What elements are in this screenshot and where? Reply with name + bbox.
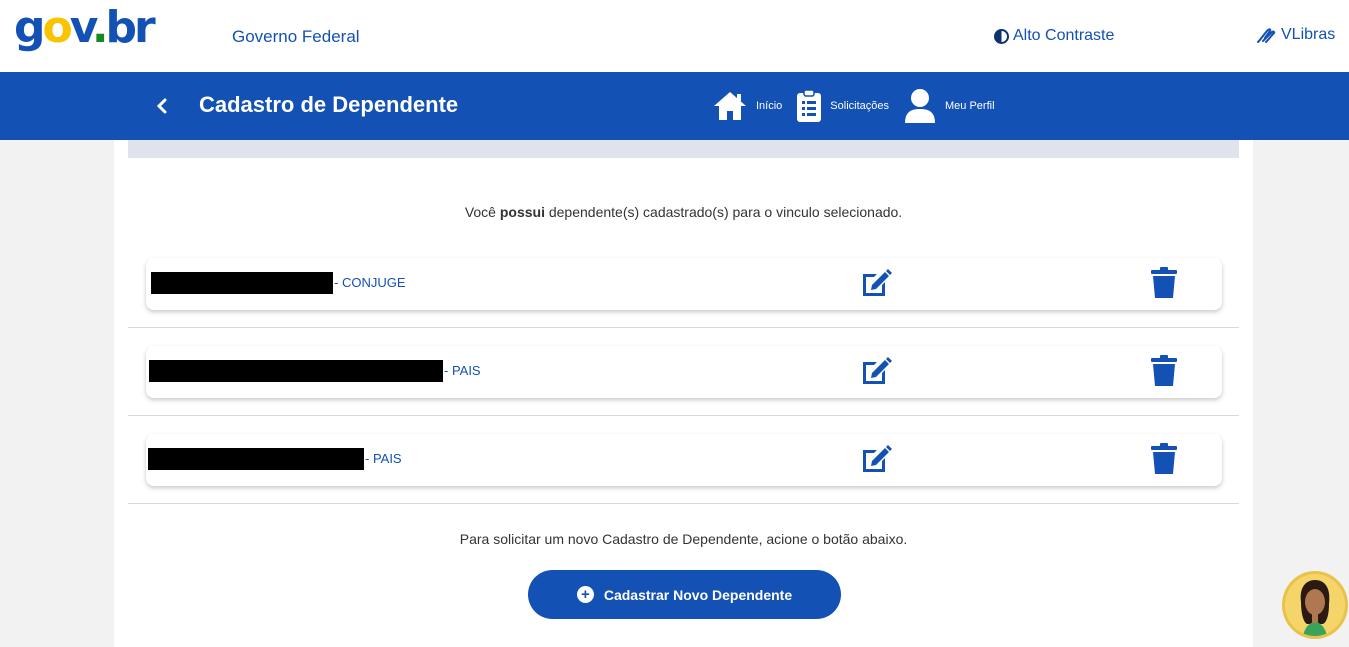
back-button[interactable]	[150, 92, 174, 120]
nav-meu-perfil-label: Meu Perfil	[945, 100, 995, 112]
edit-dependent-button[interactable]	[860, 356, 892, 386]
delete-dependent-button[interactable]	[1151, 355, 1177, 387]
dependent-row: - PAIS	[146, 434, 1222, 486]
avatar-icon	[1300, 580, 1330, 636]
trash-icon	[1151, 443, 1177, 474]
contrast-icon	[994, 28, 1009, 44]
vlibras-label: VLibras	[1281, 26, 1336, 43]
dependent-name-redacted	[149, 360, 443, 382]
row-separator	[128, 327, 1239, 328]
add-dependent-label: Cadastrar Novo Dependente	[603, 586, 793, 603]
nav-inicio-label: Início	[756, 100, 783, 112]
info-prefix: Você	[464, 204, 500, 220]
nav-meu-perfil[interactable]: Meu Perfil	[903, 88, 995, 124]
row-separator	[128, 503, 1239, 504]
gov-topbar: gov.br Governo Federal Alto Contraste VL…	[0, 0, 1349, 72]
dependent-name-redacted	[151, 272, 333, 294]
edit-icon	[863, 445, 892, 472]
info-bold: possui	[499, 204, 545, 220]
home-icon	[714, 92, 746, 120]
trash-icon	[1151, 267, 1177, 298]
trash-icon	[1151, 355, 1177, 386]
dependent-relation: - PAIS	[444, 363, 481, 378]
header-nav: Início Solicitações Meu Perfil	[712, 86, 1009, 126]
dependent-name-redacted	[148, 448, 364, 470]
dependents-card: Você possui dependente(s) cadastrado(s) …	[114, 140, 1253, 647]
nav-inicio[interactable]: Início	[712, 90, 782, 122]
dependent-row: - CONJUGE	[146, 258, 1222, 310]
info-suffix: dependente(s) cadastrado(s) para o vincu…	[544, 204, 903, 220]
high-contrast-toggle[interactable]: Alto Contraste	[994, 27, 1114, 45]
page-header: Cadastro de Dependente Início Solicitaçõ…	[0, 72, 1349, 140]
sign-language-icon	[1257, 28, 1276, 43]
plus-circle-icon: +	[576, 586, 594, 603]
dependent-row: - PAIS	[146, 346, 1222, 398]
govbr-logo[interactable]: gov.br	[14, 4, 156, 52]
dependent-relation: - PAIS	[365, 451, 402, 466]
nav-solicitacoes-label: Solicitações	[830, 100, 889, 112]
edit-icon	[863, 357, 892, 384]
dependents-info-text: Você possui dependente(s) cadastrado(s) …	[114, 204, 1253, 220]
row-separator	[128, 415, 1239, 416]
add-dependent-button[interactable]: + Cadastrar Novo Dependente	[528, 570, 841, 619]
chevron-left-icon	[156, 98, 167, 114]
vlibras-button[interactable]: VLibras	[1256, 26, 1335, 44]
vlibras-avatar[interactable]	[1282, 571, 1348, 639]
clipboard-list-icon	[797, 89, 822, 122]
edit-icon	[863, 269, 892, 296]
page-title: Cadastro de Dependente	[199, 92, 459, 117]
user-icon	[905, 89, 935, 123]
vinculo-strip	[128, 140, 1239, 158]
edit-dependent-button[interactable]	[860, 444, 892, 474]
governo-federal-link[interactable]: Governo Federal	[232, 27, 360, 47]
dependent-relation: - CONJUGE	[334, 275, 406, 290]
delete-dependent-button[interactable]	[1151, 443, 1177, 475]
high-contrast-label: Alto Contraste	[1013, 27, 1115, 44]
nav-solicitacoes[interactable]: Solicitações	[796, 89, 889, 123]
edit-dependent-button[interactable]	[860, 268, 892, 298]
helper-text: Para solicitar um novo Cadastro de Depen…	[459, 531, 908, 547]
delete-dependent-button[interactable]	[1151, 267, 1177, 299]
